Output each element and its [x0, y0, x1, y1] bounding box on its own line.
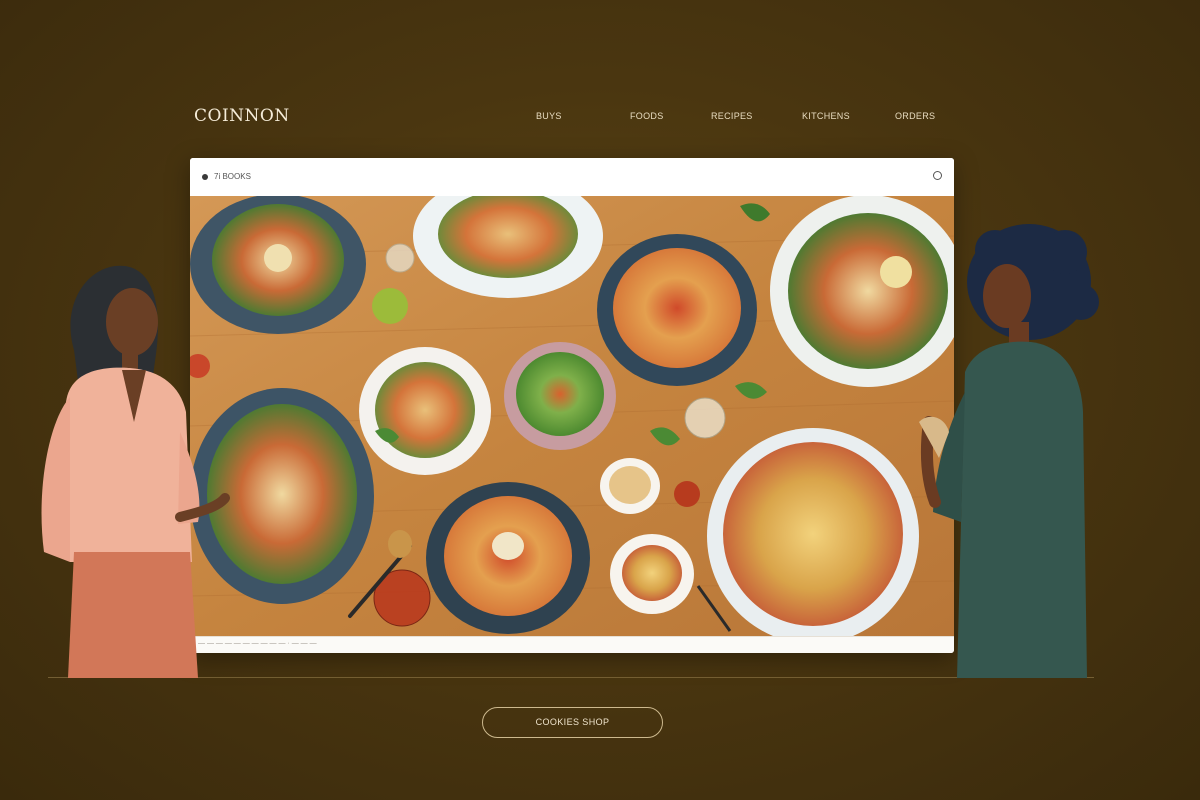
titlebar-text: 7i BOOKS: [214, 172, 251, 181]
nav-item-orders[interactable]: ORDERS: [895, 111, 935, 121]
woman-right-illustration: [919, 224, 1099, 678]
nav-item-buys[interactable]: BUYS: [536, 111, 562, 121]
window-statusbar: — — — — — — — — — — · — — —: [190, 636, 954, 653]
nav-item-recipes[interactable]: RECIPES: [711, 111, 753, 121]
cookies-shop-button[interactable]: COOKIES SHOP: [482, 707, 663, 738]
woman-left-illustration: [41, 265, 230, 678]
settings-icon[interactable]: [933, 171, 942, 180]
browser-window: 7i BOOKS — — — — — — — — — — · — — —: [190, 158, 954, 653]
menu-dot-icon[interactable]: [202, 174, 208, 180]
food-table-image: [190, 196, 954, 636]
nav-item-foods[interactable]: FOODS: [630, 111, 664, 121]
window-titlebar: 7i BOOKS: [190, 158, 954, 197]
nav-item-kitchens[interactable]: KITCHENS: [802, 111, 850, 121]
main-nav: BUYS FOODS RECIPES KITCHENS ORDERS: [0, 111, 1200, 125]
